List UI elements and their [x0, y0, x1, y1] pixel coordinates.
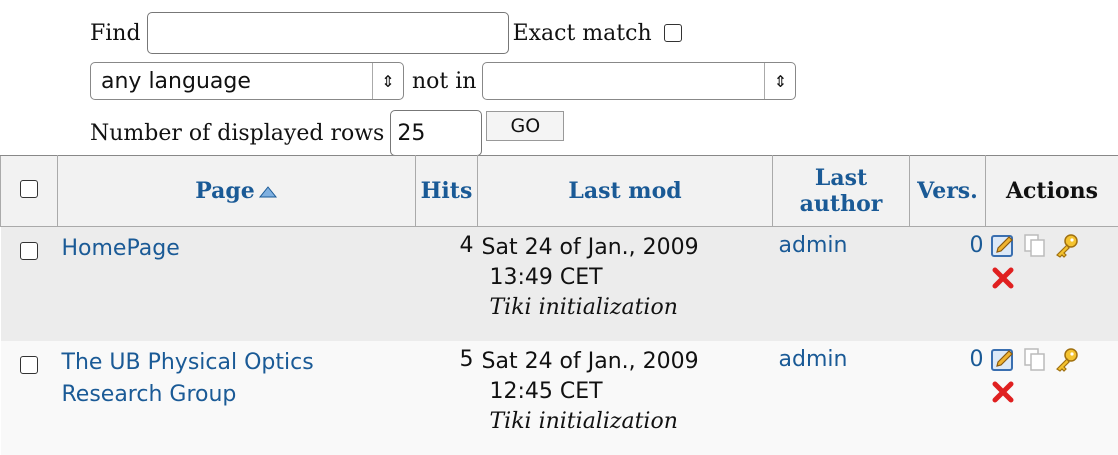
- key-icon[interactable]: [1054, 347, 1080, 373]
- copy-icon[interactable]: [1022, 347, 1048, 373]
- go-button[interactable]: GO: [486, 111, 564, 141]
- not-in-select[interactable]: ⇕: [482, 62, 796, 100]
- rows-input[interactable]: 25: [390, 110, 482, 156]
- find-label: Find: [90, 21, 141, 46]
- version-link[interactable]: 0: [970, 347, 984, 372]
- select-all-checkbox[interactable]: [20, 180, 38, 198]
- actions-column-header: Actions: [986, 156, 1118, 227]
- rows-row: Number of displayed rows 25 GO: [90, 110, 564, 156]
- edit-icon[interactable]: [990, 233, 1016, 259]
- last-author-header-line1[interactable]: Last: [815, 165, 867, 191]
- delete-icon[interactable]: [990, 379, 1016, 405]
- page-link[interactable]: The UB Physical Optics Research Group: [62, 350, 314, 407]
- hits-value: 4: [416, 227, 478, 342]
- versions-column-header[interactable]: Vers.: [910, 156, 986, 227]
- last-author-header-line2[interactable]: author: [800, 191, 883, 217]
- key-icon[interactable]: [1054, 233, 1080, 259]
- last-mod-time: 12:45 CET: [482, 377, 773, 407]
- last-mod-comment: Tiki initialization: [482, 407, 773, 437]
- hits-value: 5: [416, 341, 478, 455]
- last-mod-cell: Sat 24 of Jan., 2009 13:49 CET Tiki init…: [478, 227, 773, 342]
- select-all-header: [1, 156, 58, 227]
- rows-label: Number of displayed rows: [90, 121, 384, 146]
- language-select-value: any language: [91, 69, 372, 94]
- page-link-line1[interactable]: The UB Physical Optics: [62, 350, 314, 375]
- language-row: any language ⇕ not in ⇕: [90, 62, 796, 100]
- copy-icon[interactable]: [1022, 233, 1048, 259]
- select-arrows-icon: ⇕: [764, 63, 795, 99]
- page-header-label[interactable]: Page: [195, 178, 255, 204]
- pages-table: Page Hits Last mod Last author Vers. Act…: [0, 155, 1118, 455]
- table-header-row: Page Hits Last mod Last author Vers. Act…: [1, 156, 1118, 227]
- author-link[interactable]: admin: [779, 347, 848, 372]
- select-arrows-icon: ⇕: [372, 63, 403, 99]
- row-actions: [986, 227, 1118, 342]
- delete-icon[interactable]: [990, 265, 1016, 291]
- not-in-label: not in: [412, 69, 476, 94]
- author-link[interactable]: admin: [779, 233, 848, 258]
- language-select[interactable]: any language ⇕: [90, 62, 404, 100]
- last-mod-time: 13:49 CET: [482, 263, 773, 293]
- row-checkbox[interactable]: [20, 242, 38, 260]
- find-row: Find Exact match: [90, 12, 682, 54]
- exact-match-label: Exact match: [513, 21, 652, 46]
- last-mod-comment: Tiki initialization: [482, 293, 773, 323]
- exact-match-checkbox[interactable]: [664, 24, 682, 42]
- hits-column-header[interactable]: Hits: [416, 156, 478, 227]
- page-link[interactable]: HomePage: [62, 236, 180, 261]
- find-input[interactable]: [147, 12, 509, 54]
- edit-icon[interactable]: [990, 347, 1016, 373]
- last-mod-date: Sat 24 of Jan., 2009: [482, 233, 773, 263]
- row-actions: [986, 341, 1118, 455]
- table-row: HomePage 4 Sat 24 of Jan., 2009 13:49 CE…: [1, 227, 1118, 342]
- version-link[interactable]: 0: [970, 233, 984, 258]
- row-checkbox[interactable]: [20, 356, 38, 374]
- page-link-line2[interactable]: Research Group: [62, 382, 237, 407]
- last-author-column-header[interactable]: Last author: [773, 156, 910, 227]
- page-column-header[interactable]: Page: [58, 156, 416, 227]
- last-mod-date: Sat 24 of Jan., 2009: [482, 347, 773, 377]
- last-mod-column-header[interactable]: Last mod: [478, 156, 773, 227]
- table-row: The UB Physical Optics Research Group 5 S…: [1, 341, 1118, 455]
- sort-ascending-icon: [258, 185, 278, 199]
- last-mod-cell: Sat 24 of Jan., 2009 12:45 CET Tiki init…: [478, 341, 773, 455]
